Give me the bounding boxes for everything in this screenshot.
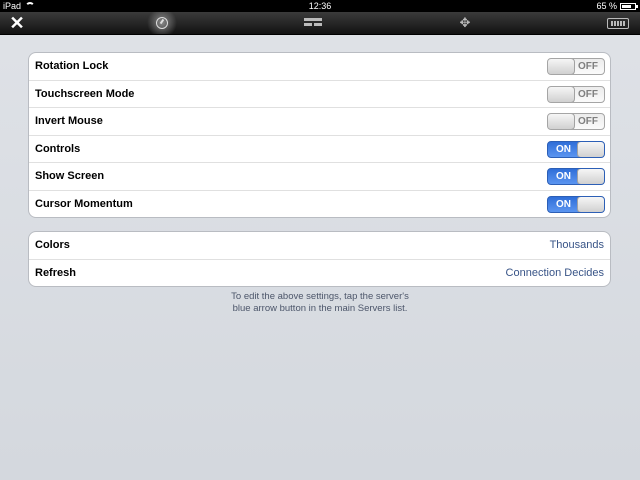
footnote-line: blue arrow button in the main Servers li… [232,303,408,314]
toggle-state: OFF [578,61,598,72]
setting-row-refresh[interactable]: Refresh Connection Decides [29,260,610,287]
toggle-state: ON [556,171,571,182]
invert-mouse-toggle[interactable]: OFF [547,113,605,130]
colors-value: Thousands [549,239,604,251]
toolbar: ✕ ✥ [0,12,640,35]
keyboard-icon [607,17,629,29]
battery-percent: 65 % [596,1,617,11]
settings-button[interactable] [142,12,182,34]
move-arrows-icon[interactable]: ✥ [455,12,475,34]
status-bar: iPad 12:36 65 % [0,0,640,12]
show-screen-toggle[interactable]: ON [547,168,605,185]
setting-label: Show Screen [35,170,105,182]
display-group: Colors Thousands Refresh Connection Deci… [28,231,611,287]
clock: 12:36 [308,1,332,11]
setting-label: Cursor Momentum [35,197,133,210]
setting-row-rotation-lock: Rotation Lock OFF [29,53,610,81]
toggle-state: ON [556,143,571,155]
setting-row-cursor-momentum: Cursor Momentum ON [29,191,610,218]
screens-button[interactable] [301,12,325,34]
footnote-line: To edit the above settings, tap the serv… [231,291,409,302]
setting-label: Refresh [35,266,76,279]
cursor-momentum-toggle[interactable]: ON [547,195,605,213]
setting-row-colors[interactable]: Colors Thousands [29,232,610,260]
setting-label: Colors [35,239,70,251]
setting-label: Rotation Lock [35,60,109,72]
settings-group: Rotation Lock OFF Touchscreen Mode OFF I… [28,52,611,218]
settings-gauge-icon [156,17,168,29]
toggle-state: OFF [578,116,598,127]
rotation-lock-toggle[interactable]: OFF [547,58,605,75]
refresh-value: Connection Decides [505,266,604,279]
controls-toggle[interactable]: ON [547,140,605,158]
toggle-knob [548,59,575,74]
toggle-state: OFF [578,88,598,100]
toggle-knob [577,196,604,212]
setting-row-show-screen: Show Screen ON [29,163,610,191]
help-footnote: To edit the above settings, tap the serv… [0,291,640,315]
setting-label: Touchscreen Mode [35,87,135,100]
battery-icon [620,2,638,10]
screens-icon [304,18,322,28]
toggle-knob [577,141,604,157]
toggle-knob [548,114,575,129]
setting-label: Invert Mouse [35,115,103,127]
close-icon[interactable]: ✕ [6,12,28,34]
setting-row-invert-mouse: Invert Mouse OFF [29,108,610,136]
keyboard-button[interactable] [603,12,633,34]
toggle-state: ON [556,198,571,210]
setting-row-controls: Controls ON [29,136,610,163]
setting-label: Controls [35,142,81,155]
touchscreen-mode-toggle[interactable]: OFF [547,85,605,103]
toggle-knob [577,169,604,184]
setting-row-touchscreen-mode: Touchscreen Mode OFF [29,81,610,108]
toggle-knob [548,86,575,102]
